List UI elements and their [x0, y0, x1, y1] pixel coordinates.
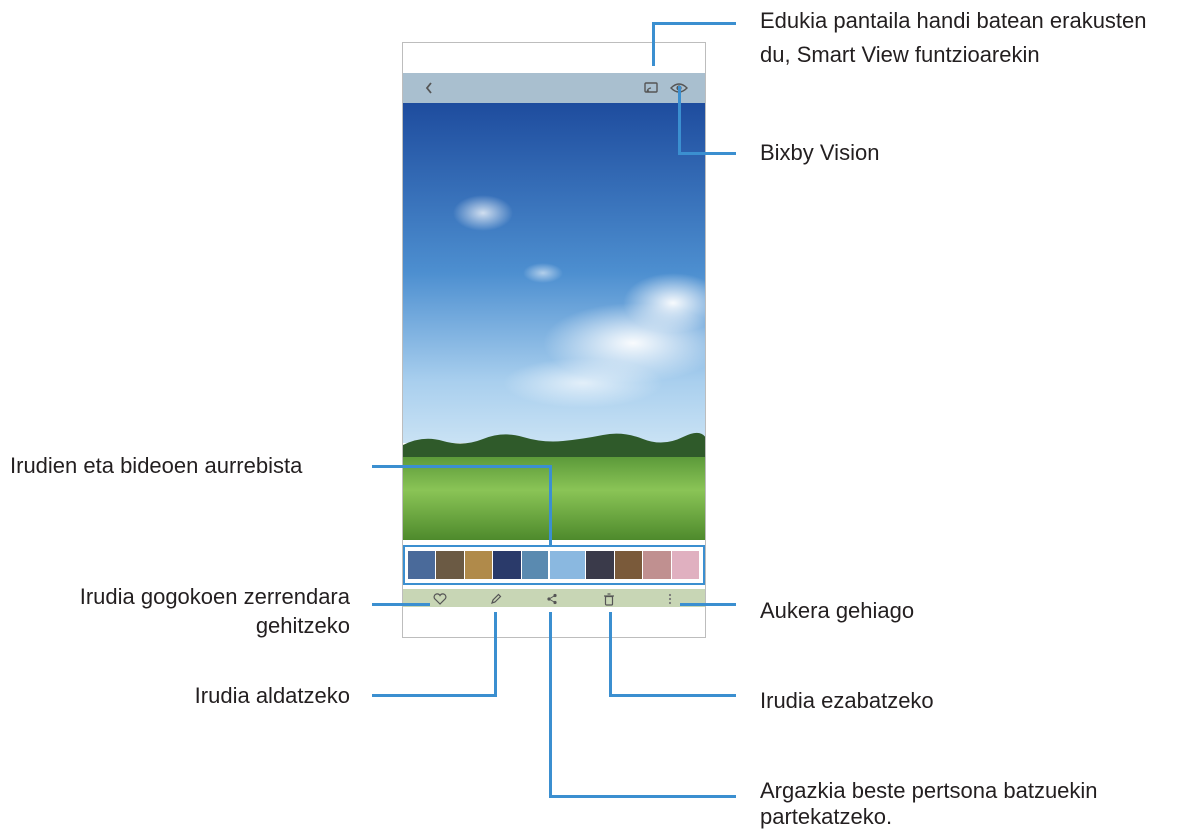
preview-thumbnail[interactable] [586, 551, 615, 579]
callout-line-more-options [680, 603, 736, 606]
preview-thumbnail[interactable] [643, 551, 672, 579]
callout-share-line2: partekatzeko. [760, 804, 893, 829]
callout-line-bixby-vertical [678, 86, 681, 154]
preview-thumbnail[interactable] [408, 551, 437, 579]
more-vertical-icon [668, 593, 672, 605]
callout-line-smart-view-vertical [652, 22, 655, 66]
thumbnail-preview-strip[interactable] [403, 545, 705, 585]
phone-screen [402, 42, 706, 638]
callout-line-share-horizontal [549, 795, 736, 798]
heart-icon [433, 593, 447, 605]
trash-icon [604, 592, 614, 606]
callout-edit: Irudia aldatzeko [194, 683, 350, 708]
more-options-button[interactable] [661, 591, 679, 607]
back-chevron-icon [425, 82, 432, 94]
share-icon [547, 593, 557, 605]
callout-line-preview-horizontal [372, 465, 552, 468]
callout-line-smart-view-horizontal [652, 22, 736, 25]
preview-thumbnail[interactable] [436, 551, 465, 579]
preview-thumbnail[interactable] [464, 551, 494, 579]
callout-line-preview-vertical [549, 465, 552, 545]
callout-line-favorite [372, 603, 430, 606]
callout-favorite-line2: gehitzeko [255, 613, 350, 638]
callout-smart-view-line2: du, Smart View funtzioarekin [760, 42, 1040, 67]
preview-thumbnail[interactable] [671, 551, 700, 579]
preview-thumbnail[interactable] [614, 551, 644, 579]
callout-line-edit-vertical [494, 612, 497, 697]
callout-line-share-vertical [549, 612, 552, 798]
delete-button[interactable] [600, 591, 618, 607]
top-app-bar [403, 73, 705, 103]
callout-bixby-vision: Bixby Vision [760, 140, 880, 165]
callout-line-bixby-horizontal [678, 152, 736, 155]
back-button[interactable] [419, 78, 439, 98]
callout-line-delete-vertical [609, 612, 612, 697]
main-photo [403, 103, 705, 540]
callout-share-line1: Argazkia beste pertsona batzuekin [760, 778, 1098, 803]
callout-smart-view-line1: Edukia pantaila handi batean erakusten [760, 8, 1147, 33]
smart-view-cast-icon [644, 82, 658, 93]
callout-preview: Irudien eta bideoen aurrebista [10, 453, 303, 478]
callout-favorite-line1: Irudia gogokoen zerrendara [79, 584, 350, 609]
callout-line-delete-horizontal [609, 694, 736, 697]
preview-thumbnail[interactable] [547, 549, 589, 581]
preview-thumbnail[interactable] [521, 551, 550, 579]
callout-delete: Irudia ezabatzeko [760, 688, 934, 713]
smart-view-button[interactable] [641, 78, 661, 98]
callout-more-options: Aukera gehiago [760, 598, 915, 623]
pencil-icon [491, 593, 502, 604]
favorite-button[interactable] [431, 591, 449, 607]
preview-thumbnail[interactable] [493, 551, 522, 579]
edit-button[interactable] [487, 591, 505, 607]
callout-line-edit-horizontal [372, 694, 497, 697]
share-button[interactable] [543, 591, 561, 607]
